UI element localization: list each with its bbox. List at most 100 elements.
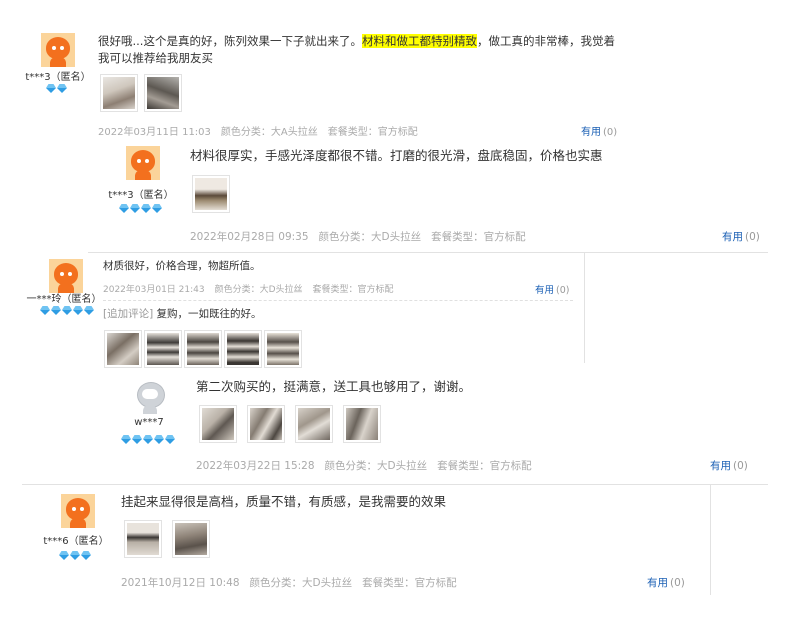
helpful-button[interactable]: 有用 (0) xyxy=(581,123,617,138)
diamond-icon xyxy=(130,204,140,213)
review-text: 材质很好，价格合理，物超所值。 xyxy=(103,260,261,272)
package-type: 套餐类型：官方标配 xyxy=(437,460,532,472)
helpful-label[interactable]: 有用 xyxy=(535,285,554,296)
diamond-icon xyxy=(154,435,164,444)
helpful-label[interactable]: 有用 xyxy=(647,577,668,589)
gem-rating xyxy=(59,551,91,561)
review-meta: 2022年03月01日 21:43 颜色分类：大D头拉丝 套餐类型：官方标配 xyxy=(103,282,404,295)
review-photo[interactable] xyxy=(199,405,237,443)
diamond-icon xyxy=(119,204,129,213)
username: 一***玲（匿名） xyxy=(26,294,102,305)
append-review: [追加评论] 复购，一如既往的好。 xyxy=(103,306,262,323)
review-date: 2022年03月01日 21:43 xyxy=(103,285,205,295)
review-photo[interactable] xyxy=(100,74,138,112)
review-meta: 2022年03月11日 11:03 颜色分类：大A头拉丝 套餐类型：官方标配 xyxy=(98,123,428,138)
review-photo[interactable] xyxy=(192,175,230,213)
review-photo[interactable] xyxy=(172,520,210,558)
review-meta: 2021年10月12日 10:48 颜色分类：大D头拉丝 套餐类型：官方标配 xyxy=(121,575,467,590)
review-photo[interactable] xyxy=(343,405,381,443)
avatar[interactable] xyxy=(49,259,83,293)
review-photo[interactable] xyxy=(247,405,285,443)
package-type: 套餐类型：官方标配 xyxy=(327,127,418,138)
avatar[interactable] xyxy=(133,380,167,414)
review-photo[interactable] xyxy=(144,74,182,112)
diamond-icon xyxy=(62,306,72,315)
helpful-count: (0) xyxy=(556,285,570,296)
gem-rating xyxy=(46,84,67,94)
review-photo[interactable] xyxy=(295,405,333,443)
helpful-button[interactable]: 有用 (0) xyxy=(535,282,569,296)
review-text-part: 很好哦...这个是真的好，陈列效果一下子就出来了。 xyxy=(98,34,362,48)
diamond-icon xyxy=(81,551,91,560)
review-date: 2022年02月28日 09:35 xyxy=(190,231,309,243)
review-date: 2022年03月22日 15:28 xyxy=(196,460,315,472)
review-text: 很好哦...这个是真的好，陈列效果一下子就出来了。材料和做工都特别精致，做工真的… xyxy=(98,33,615,50)
diamond-icon xyxy=(141,204,151,213)
divider xyxy=(710,485,711,595)
divider xyxy=(584,253,585,363)
helpful-label[interactable]: 有用 xyxy=(710,460,731,472)
dashed-divider xyxy=(103,300,573,301)
review-text-highlight: 材料和做工都特别精致 xyxy=(361,34,477,48)
review-photo[interactable] xyxy=(224,330,262,368)
diamond-icon xyxy=(70,551,80,560)
divider xyxy=(22,484,768,485)
review-text: 材料很厚实，手感光泽度都很不错。打磨的很光滑，盘底稳固，价格也实惠 xyxy=(190,148,603,163)
package-type: 套餐类型：官方标配 xyxy=(431,231,526,243)
append-text: 复购，一如既往的好。 xyxy=(156,308,262,320)
diamond-icon xyxy=(46,84,56,93)
package-type: 套餐类型：官方标配 xyxy=(312,285,394,295)
review-photo[interactable] xyxy=(184,330,222,368)
review-meta: 2022年03月22日 15:28 颜色分类：大D头拉丝 套餐类型：官方标配 xyxy=(196,458,542,473)
helpful-label[interactable]: 有用 xyxy=(581,127,601,138)
helpful-label[interactable]: 有用 xyxy=(722,231,743,243)
review-photo[interactable] xyxy=(104,330,142,368)
divider xyxy=(88,252,768,253)
username: t***6（匿名） xyxy=(43,536,109,547)
helpful-button[interactable]: 有用 (0) xyxy=(647,575,685,590)
review-photo[interactable] xyxy=(124,520,162,558)
diamond-icon xyxy=(143,435,153,444)
diamond-icon xyxy=(73,306,83,315)
color-class: 颜色分类：大A头拉丝 xyxy=(220,127,318,138)
diamond-icon xyxy=(84,306,94,315)
diamond-icon xyxy=(40,306,50,315)
gem-rating xyxy=(40,306,94,316)
helpful-button[interactable]: 有用 (0) xyxy=(722,229,760,244)
helpful-count: (0) xyxy=(745,231,760,243)
helpful-count: (0) xyxy=(670,577,685,589)
diamond-icon xyxy=(59,551,69,560)
username: t***3（匿名） xyxy=(108,190,174,201)
package-type: 套餐类型：官方标配 xyxy=(362,577,457,589)
gem-rating xyxy=(119,204,162,214)
color-class: 颜色分类：大D头拉丝 xyxy=(214,285,303,295)
diamond-icon xyxy=(132,435,142,444)
avatar[interactable] xyxy=(61,494,95,528)
review-date: 2021年10月12日 10:48 xyxy=(121,577,240,589)
review-photo[interactable] xyxy=(144,330,182,368)
review-text: 第二次购买的，挺满意，送工具也够用了，谢谢。 xyxy=(196,379,472,394)
helpful-button[interactable]: 有用 (0) xyxy=(710,458,748,473)
review-text: 挂起来显得很是高档，质量不错，有质感，是我需要的效果 xyxy=(121,494,447,509)
avatar[interactable] xyxy=(126,146,160,180)
diamond-icon xyxy=(165,435,175,444)
append-tag: [追加评论] xyxy=(103,308,154,320)
gem-rating xyxy=(121,435,175,445)
diamond-icon xyxy=(121,435,131,444)
review-text-part: ，做工真的非常棒，我觉着 xyxy=(476,34,615,48)
diamond-icon xyxy=(152,204,162,213)
review-meta: 2022年02月28日 09:35 颜色分类：大D头拉丝 套餐类型：官方标配 xyxy=(190,229,536,244)
color-class: 颜色分类：大D头拉丝 xyxy=(324,460,428,472)
review-photo[interactable] xyxy=(264,330,302,368)
username: t***3（匿名） xyxy=(25,72,91,83)
helpful-count: (0) xyxy=(603,127,618,138)
diamond-icon xyxy=(57,84,67,93)
review-date: 2022年03月11日 11:03 xyxy=(98,127,211,138)
color-class: 颜色分类：大D头拉丝 xyxy=(249,577,353,589)
color-class: 颜色分类：大D头拉丝 xyxy=(318,231,422,243)
helpful-count: (0) xyxy=(733,460,748,472)
diamond-icon xyxy=(51,306,61,315)
username: w***7 xyxy=(134,417,164,428)
review-text-line2: 我可以推荐给我朋友买 xyxy=(98,51,213,65)
avatar[interactable] xyxy=(41,33,75,67)
